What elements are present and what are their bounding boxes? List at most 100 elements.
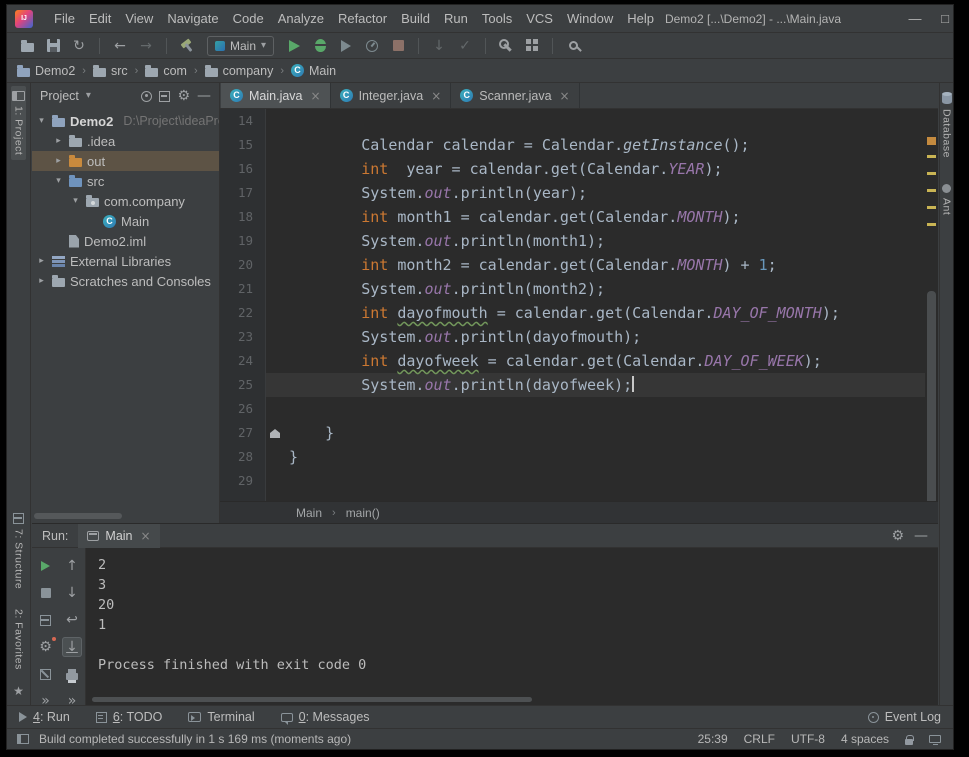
code-line-28[interactable]: }: [266, 445, 938, 469]
code-line-14[interactable]: [266, 109, 938, 133]
tree-collapse-icon[interactable]: ▾: [53, 176, 64, 186]
line-number[interactable]: 16: [220, 157, 265, 181]
code-line-29[interactable]: [266, 469, 938, 493]
hide-project-panel-button[interactable]: —: [197, 89, 211, 103]
project-settings-gear-icon[interactable]: ⚙: [177, 89, 190, 103]
toolwindow-toggle-icon[interactable]: [17, 734, 29, 744]
tab-scanner-java[interactable]: CScanner.java×: [451, 83, 579, 108]
line-number[interactable]: 20: [220, 253, 265, 277]
tab-close-icon[interactable]: ×: [560, 89, 570, 103]
more-actions-button[interactable]: »: [36, 691, 56, 711]
clear-all-button[interactable]: [36, 664, 56, 684]
vcs-update-button[interactable]: ↓: [427, 35, 451, 57]
line-number[interactable]: 17: [220, 181, 265, 205]
toolwindow-button-terminal[interactable]: Terminal: [188, 710, 254, 724]
tree-expand-icon[interactable]: ▸: [36, 276, 47, 286]
code-area[interactable]: Calendar calendar = Calendar.getInstance…: [266, 109, 938, 501]
editor-scrollbar[interactable]: [927, 291, 936, 501]
warning-stripe-mark[interactable]: [927, 223, 936, 226]
chevron-down-icon[interactable]: ▾: [86, 91, 91, 101]
tab-integer-java[interactable]: CInteger.java×: [331, 83, 452, 108]
rerun-button[interactable]: [36, 556, 56, 576]
menu-file[interactable]: File: [47, 8, 82, 29]
file-encoding[interactable]: UTF-8: [791, 732, 825, 746]
tree-item-external-libraries[interactable]: ▸External Libraries: [32, 251, 219, 271]
tab-close-icon[interactable]: ×: [431, 89, 441, 103]
code-line-26[interactable]: [266, 397, 938, 421]
tree-item-com-company[interactable]: ▾com.company: [32, 191, 219, 211]
warning-stripe-mark[interactable]: [927, 189, 936, 192]
line-number[interactable]: 19: [220, 229, 265, 253]
code-line-15[interactable]: Calendar calendar = Calendar.getInstance…: [266, 133, 938, 157]
tree-expand-icon[interactable]: ▸: [53, 156, 64, 166]
project-scrollbar[interactable]: [34, 513, 122, 519]
run-tab-close-icon[interactable]: ×: [141, 529, 151, 543]
console-settings-gear-icon[interactable]: ⚙: [891, 529, 904, 543]
line-number[interactable]: 14: [220, 109, 265, 133]
menu-run[interactable]: Run: [437, 8, 475, 29]
code-line-21[interactable]: System.out.println(month2);: [266, 277, 938, 301]
code-line-18[interactable]: int month1 = calendar.get(Calendar.MONTH…: [266, 205, 938, 229]
settings-button[interactable]: [494, 35, 518, 57]
toolwindow-button-0-messages[interactable]: 0: Messages: [281, 710, 370, 724]
code-editor[interactable]: 14151617181920212223242526272829 Calenda…: [220, 109, 938, 501]
menu-window[interactable]: Window: [560, 8, 620, 29]
readonly-lock-icon[interactable]: [905, 739, 913, 745]
run-configuration-select[interactable]: Main ▾: [207, 36, 274, 56]
forward-button[interactable]: →: [134, 35, 158, 57]
menu-help[interactable]: Help: [620, 8, 661, 29]
menu-code[interactable]: Code: [226, 8, 271, 29]
indent-setting[interactable]: 4 spaces: [841, 732, 889, 746]
close-button[interactable]: ×: [960, 11, 969, 26]
toolwindow-button-6-todo[interactable]: 6: TODO: [96, 710, 163, 724]
project-structure-button[interactable]: [520, 35, 544, 57]
line-number[interactable]: 23: [220, 325, 265, 349]
restore-layout-button[interactable]: [36, 610, 56, 630]
tree-collapse-icon[interactable]: ▾: [36, 116, 47, 126]
line-number[interactable]: 26: [220, 397, 265, 421]
collapse-all-button[interactable]: [159, 91, 170, 102]
event-log-button[interactable]: Event Log: [868, 710, 941, 724]
code-line-20[interactable]: int month2 = calendar.get(Calendar.MONTH…: [266, 253, 938, 277]
warning-stripe-mark[interactable]: [927, 155, 936, 158]
stop-process-button[interactable]: [36, 583, 56, 603]
structure-stripe-button[interactable]: 7: Structure: [6, 508, 32, 594]
synchronize-button[interactable]: ↻: [67, 35, 91, 57]
console-scrollbar[interactable]: [92, 697, 532, 702]
toolwindow-button-4-run[interactable]: 4: Run: [19, 710, 70, 724]
line-number[interactable]: 24: [220, 349, 265, 373]
tree-collapse-icon[interactable]: ▾: [70, 196, 81, 206]
breadcrumb-demo2[interactable]: Demo2: [17, 64, 75, 78]
coverage-button[interactable]: [334, 35, 358, 57]
editor-gutter[interactable]: 14151617181920212223242526272829: [220, 109, 266, 501]
maximize-button[interactable]: □: [930, 11, 960, 26]
locate-file-button[interactable]: [141, 91, 152, 102]
breadcrumb-main[interactable]: CMain: [291, 64, 336, 78]
menu-view[interactable]: View: [118, 8, 160, 29]
tree-item-idea[interactable]: ▸.idea: [32, 131, 219, 151]
run-settings-button[interactable]: ⚙: [36, 637, 56, 657]
tree-item-scratches-and-consoles[interactable]: ▸Scratches and Consoles: [32, 271, 219, 291]
menu-edit[interactable]: Edit: [82, 8, 118, 29]
vcs-commit-button[interactable]: ✓: [453, 35, 477, 57]
code-line-22[interactable]: int dayofmouth = calendar.get(Calendar.D…: [266, 301, 938, 325]
tree-item-demo2[interactable]: ▾Demo2D:\Project\ideaProje: [32, 111, 219, 131]
tree-item-out[interactable]: ▸out: [32, 151, 219, 171]
debug-button[interactable]: [308, 35, 332, 57]
line-number[interactable]: 15: [220, 133, 265, 157]
tab-main-java[interactable]: CMain.java×: [221, 83, 331, 108]
warning-stripe-mark[interactable]: [927, 172, 936, 175]
menu-vcs[interactable]: VCS: [519, 8, 560, 29]
code-line-27[interactable]: }: [266, 421, 938, 445]
breadcrumb-com[interactable]: com: [145, 64, 187, 78]
ant-stripe-button[interactable]: Ant: [940, 179, 954, 220]
back-button[interactable]: ←: [108, 35, 132, 57]
scroll-to-end-button[interactable]: ↓: [62, 637, 82, 657]
editor-breadcrumb-main[interactable]: Main: [296, 506, 322, 520]
menu-tools[interactable]: Tools: [475, 8, 519, 29]
tree-item-src[interactable]: ▾src: [32, 171, 219, 191]
hide-run-panel-button[interactable]: —: [914, 529, 928, 543]
build-project-button[interactable]: [175, 35, 199, 57]
run-tab-main[interactable]: Main ×: [78, 524, 159, 548]
print-button[interactable]: [62, 664, 82, 684]
